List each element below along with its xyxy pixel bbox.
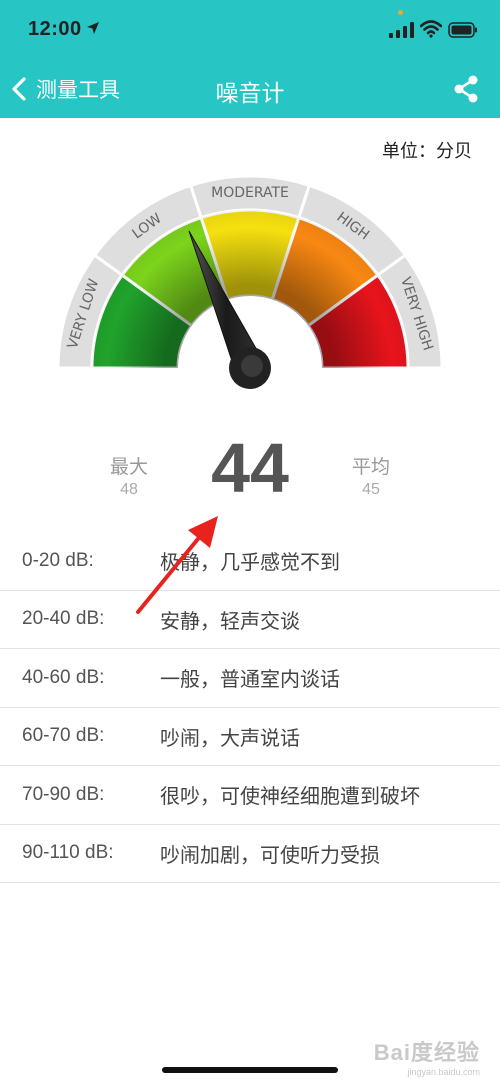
level-range: 60-70 dB: bbox=[22, 725, 105, 747]
noise-level-list: 0-20 dB: 极静，几乎感觉不到 20-40 dB: 安静，轻声交谈 40-… bbox=[0, 532, 500, 883]
share-icon[interactable] bbox=[452, 74, 480, 104]
gauge-needle-hub-cap bbox=[241, 355, 263, 377]
noise-gauge: VERY LOWLOWMODERATEHIGHVERY HIGH bbox=[56, 175, 444, 389]
avg-value: 45 bbox=[362, 481, 380, 498]
current-db-value: 44 bbox=[211, 429, 289, 507]
level-description: 吵闹，大声说话 bbox=[160, 727, 300, 750]
gauge-segment-label: MODERATE bbox=[211, 185, 289, 201]
level-range: 70-90 dB: bbox=[22, 783, 105, 805]
annotation-arrow bbox=[136, 516, 218, 614]
level-description: 很吵，可使神经细胞遭到破坏 bbox=[160, 786, 420, 809]
status-bar: 12:00 bbox=[0, 0, 500, 60]
nav-bar: 测量工具 噪音计 bbox=[0, 60, 500, 118]
level-range: 0-20 dB: bbox=[22, 549, 94, 571]
list-item: 0-20 dB: 极静，几乎感觉不到 bbox=[0, 532, 500, 591]
watermark-url: jingyan.baidu.com bbox=[407, 1067, 480, 1077]
unit-label: 单位：分贝 bbox=[382, 141, 472, 161]
avg-label: 平均 bbox=[351, 457, 390, 478]
recording-indicator-dot bbox=[398, 10, 403, 15]
battery-icon bbox=[448, 22, 477, 38]
wifi-icon bbox=[420, 20, 442, 38]
level-range: 20-40 dB: bbox=[22, 608, 105, 630]
list-item: 20-40 dB: 安静，轻声交谈 bbox=[0, 591, 500, 649]
level-range: 90-110 dB: bbox=[22, 842, 114, 864]
level-description: 吵闹加剧，可使听力受损 bbox=[160, 844, 380, 867]
list-item: 90-110 dB: 吵闹加剧，可使听力受损 bbox=[0, 825, 500, 883]
avg-reading: 平均 45 bbox=[341, 452, 401, 499]
watermark: Bai度经验 jingyan.baidu.com bbox=[374, 1035, 480, 1077]
cellular-signal-icon bbox=[389, 22, 414, 38]
level-description: 一般，普通室内谈话 bbox=[160, 669, 340, 692]
list-item: 40-60 dB: 一般，普通室内谈话 bbox=[0, 649, 500, 708]
location-arrow-icon bbox=[87, 22, 99, 34]
list-item: 60-70 dB: 吵闹，大声说话 bbox=[0, 708, 500, 766]
page-title: 噪音计 bbox=[215, 80, 285, 106]
level-range: 40-60 dB: bbox=[22, 666, 105, 688]
watermark-logo: Bai度经验 bbox=[373, 1040, 480, 1065]
status-time: 12:00 bbox=[28, 18, 82, 40]
list-item: 70-90 dB: 很吵，可使神经细胞遭到破坏 bbox=[0, 766, 500, 825]
home-indicator[interactable] bbox=[162, 1067, 338, 1073]
app-header: 12:00 测量工具 噪音计 bbox=[0, 0, 500, 118]
